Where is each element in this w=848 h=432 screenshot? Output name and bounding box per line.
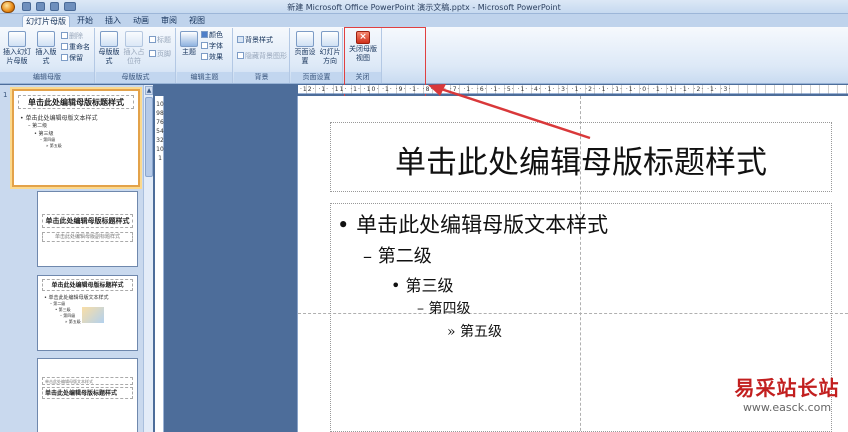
watermark-url: www.easck.com	[742, 401, 832, 414]
level-5: » 第五级	[447, 324, 503, 340]
thumbnail-title: 单击此处编辑母版标题样式	[42, 279, 133, 291]
tab-animation[interactable]: 动画	[130, 15, 152, 27]
thumbnail-line: • 单击此处编辑母版文本样式	[44, 295, 109, 301]
group-label: 页面设置	[291, 72, 342, 83]
scroll-up-icon[interactable]: ▲	[145, 86, 153, 95]
thumbnail-line: • 单击此处编辑母版文本样式	[20, 115, 98, 122]
insert-master-button[interactable]: 插入幻灯片母版	[2, 31, 32, 66]
tab-slide-master[interactable]: 幻灯片母版	[22, 15, 70, 27]
thumbnail-scrollbar[interactable]: ▲	[143, 85, 153, 432]
layout-icon	[37, 31, 55, 47]
level-1: • 单击此处编辑母版文本样式	[337, 213, 609, 237]
hide-background-checkbox[interactable]: 隐藏背景图形	[237, 52, 287, 61]
title-checkbox[interactable]: 标题	[149, 36, 171, 45]
slide-number: 1	[3, 91, 8, 99]
footer-checkbox[interactable]: 页脚	[149, 50, 171, 59]
level-4: – 第四级	[417, 301, 471, 317]
effects-icon	[201, 53, 208, 60]
fonts-button[interactable]: 字体	[201, 42, 223, 51]
effects-button[interactable]: 效果	[201, 53, 223, 62]
delete-button[interactable]: 删除	[61, 32, 83, 41]
group-page-setup: 页面设置 幻灯片方向 页面设置	[291, 28, 343, 83]
thumbnail-line: » 第五级	[46, 143, 62, 148]
checkbox-icon	[237, 52, 244, 59]
rename-icon	[61, 43, 68, 50]
level-2: – 第二级	[363, 246, 432, 267]
checkbox-icon	[149, 50, 156, 57]
vertical-ruler-labels: 1098765432101	[156, 101, 164, 162]
thumbnail-layout-content[interactable]: 单击此处编辑母版标题样式 • 单击此处编辑母版文本样式 – 第二级 • 第三级 …	[37, 275, 138, 351]
placeholder-graphic	[82, 307, 104, 323]
group-label: 编辑母版	[0, 72, 94, 83]
background-styles-button[interactable]: 背景样式	[237, 36, 273, 45]
thumbnail-line: » 第五级	[65, 319, 81, 324]
page-setup-icon	[296, 31, 314, 47]
colors-button[interactable]: 颜色	[201, 31, 223, 40]
themes-button[interactable]: 主题	[179, 31, 199, 57]
themes-icon	[180, 31, 198, 47]
tab-home[interactable]: 开始	[74, 15, 96, 27]
page-setup-button[interactable]: 页面设置	[293, 31, 317, 66]
group-label: 背景	[234, 72, 289, 83]
group-edit-master: 插入幻灯片母版 插入版式 删除 重命名 保留 编辑母版	[0, 28, 95, 83]
insert-placeholder-button[interactable]: 插入占位符	[121, 31, 147, 66]
watermark-text: 易采站长站	[734, 376, 840, 400]
level-3: • 第三级	[391, 276, 454, 295]
preserve-button[interactable]: 保留	[61, 54, 83, 63]
group-label: 母版版式	[96, 72, 175, 83]
ribbon-tabs: 幻灯片母版 开始 插入 动画 审阅 视图	[0, 14, 848, 27]
background-icon	[237, 36, 244, 43]
slide-icon	[8, 31, 26, 47]
checkbox-icon	[149, 36, 156, 43]
insert-layout-button[interactable]: 插入版式	[33, 31, 59, 66]
thumbnail-master[interactable]: 单击此处编辑母版标题样式 • 单击此处编辑母版文本样式 – 第二级 • 第三级 …	[12, 89, 140, 187]
delete-icon	[61, 32, 68, 39]
placeholder-icon	[125, 31, 143, 47]
group-master-layout: 母版版式 插入占位符 标题 页脚 母版版式	[96, 28, 176, 83]
thumbnail-title: 单击此处编辑母版标题样式	[18, 95, 134, 109]
pin-icon	[61, 54, 68, 61]
thumbnail-layout-title[interactable]: 单击此处编辑母版标题样式 单击此处编辑母版副标题样式	[37, 191, 138, 267]
thumbnail-line: – 第二级	[28, 123, 48, 129]
tab-review[interactable]: 审阅	[158, 15, 180, 27]
group-edit-theme: 主题 颜色 字体 效果 编辑主题	[177, 28, 233, 83]
rename-button[interactable]: 重命名	[61, 43, 90, 52]
thumbnail-title: 单击此处编辑母版标题样式	[42, 387, 133, 399]
annotation-arrow	[428, 84, 591, 140]
orientation-icon	[321, 31, 339, 47]
thumbnail-subtitle: 单击此处编辑母版文本样式	[42, 377, 133, 385]
thumbnail-subtitle: 单击此处编辑母版副标题样式	[42, 232, 133, 242]
thumbnail-title: 单击此处编辑母版标题样式	[42, 214, 133, 228]
master-layout-icon	[100, 31, 118, 47]
title-bar: 新建 Microsoft Office PowerPoint 演示文稿.pptx…	[0, 0, 848, 14]
master-layout-button[interactable]: 母版版式	[98, 31, 120, 66]
slide-orientation-button[interactable]: 幻灯片方向	[318, 31, 342, 66]
tab-insert[interactable]: 插入	[102, 15, 124, 27]
colors-icon	[201, 31, 208, 38]
tab-view[interactable]: 视图	[186, 15, 208, 27]
thumbnail-line: • 第三级	[34, 131, 54, 137]
fonts-icon	[201, 42, 208, 49]
watermark: 易采站长站 www.easck.com	[726, 372, 848, 432]
group-background: 背景样式 隐藏背景图形 背景	[234, 28, 290, 83]
thumbnail-pane: 1 单击此处编辑母版标题样式 • 单击此处编辑母版文本样式 – 第二级 • 第三…	[0, 85, 153, 432]
window-title: 新建 Microsoft Office PowerPoint 演示文稿.pptx…	[287, 3, 561, 12]
thumbnail-layout-section[interactable]: 单击此处编辑母版标题样式 单击此处编辑母版文本样式	[37, 358, 138, 432]
scroll-thumb[interactable]	[145, 97, 153, 177]
group-label: 编辑主题	[177, 72, 232, 83]
